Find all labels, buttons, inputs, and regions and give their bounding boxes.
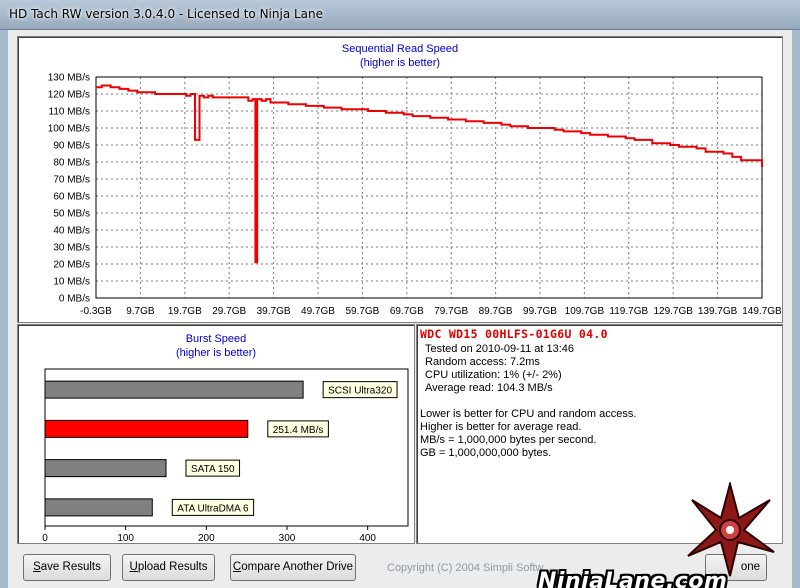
cpu-utilization: CPU utilization: 1% (+/- 2%) (425, 369, 562, 381)
drive-model: WDC WD15 00HLFS-01G6U 04.0 (420, 327, 608, 341)
burst-bar (44, 419, 249, 438)
x-tick-label: 29.7GB (212, 306, 246, 317)
title-bar[interactable]: HD Tach RW version 3.0.4.0 - Licensed to… (0, 0, 800, 30)
y-tick-label: 120 MB/s (48, 90, 90, 101)
x-tick-label: 89.7GB (479, 306, 513, 317)
save-results-accel: S (33, 561, 41, 573)
sequential-read-panel: Sequential Read Speed (higher is better)… (17, 36, 783, 323)
compare-accel: C (232, 561, 242, 573)
burst-bar (44, 498, 153, 517)
x-tick-label: 149.7GB (742, 306, 782, 317)
compare-label: ompare Another Drive (241, 561, 354, 573)
x-tick-label: 59.7GB (345, 306, 379, 317)
y-tick-label: 0 MB/s (59, 294, 90, 305)
burst-bar-label: ATA UltraDMA 6 (177, 503, 249, 514)
compare-another-drive-button[interactable]: Compare Another Drive (230, 554, 356, 581)
x-tick-label: 49.7GB (301, 306, 335, 317)
y-tick-label: 90 MB/s (53, 141, 90, 152)
test-date: Tested on 2010-09-11 at 13:46 (425, 343, 575, 355)
x-tick-label: 119.7GB (609, 306, 648, 317)
burst-speed-panel: Burst Speed (higher is better) 0 100 200 30… (17, 324, 415, 544)
x-tick-label: 79.7GB (434, 306, 468, 317)
y-tick-label: 10 MB/s (53, 277, 90, 288)
window-title: HD Tach RW version 3.0.4.0 - Licensed to… (9, 7, 324, 21)
burst-bar-label: 251.4 MB/s (273, 425, 324, 436)
y-tick-label: 50 MB/s (53, 209, 90, 220)
x-tick-label: 69.7GB (390, 306, 424, 317)
read-speed-line (96, 84, 763, 264)
burst-bar-label: SATA 150 (191, 464, 235, 475)
y-tick-label: 30 MB/s (53, 243, 90, 254)
window-frame-left (0, 30, 8, 588)
burst-speed-chart: 0 100 200 300 400 SCSI Ultra320 251.4 MB/s SATA… (42, 368, 409, 543)
x-tick-label: 400 (359, 533, 376, 543)
upload-results-button[interactable]: Upload Results (122, 554, 215, 581)
burst-bar (44, 380, 304, 399)
x-tick-label: 0 (42, 533, 48, 543)
y-tick-label: 80 MB/s (53, 158, 90, 169)
x-tick-label: 129.7GB (653, 306, 693, 317)
random-access: Random access: 7.2ms (425, 356, 540, 368)
sequential-read-chart: 130 MB/s 120 MB/s 110 MB/s 100 MB/s 90 MB/s 8… (48, 73, 782, 318)
x-tick-label: 109.7GB (565, 306, 605, 317)
x-tick-label: 200 (198, 533, 215, 543)
x-tick-label: 139.7GB (698, 306, 738, 317)
window-client-area: Sequential Read Speed (higher is better)… (8, 30, 792, 588)
y-tick-label: 60 MB/s (53, 192, 90, 203)
note-line: Higher is better for average read. (420, 421, 582, 433)
average-read: Average read: 104.3 MB/s (425, 382, 553, 394)
x-tick-label: 99.7GB (523, 306, 557, 317)
y-tick-label: 100 MB/s (48, 124, 90, 135)
upload-results-accel: U (129, 561, 138, 573)
y-tick-label: 20 MB/s (53, 260, 90, 271)
y-tick-label: 40 MB/s (53, 226, 90, 237)
note-line: Lower is better for CPU and random acces… (420, 408, 637, 420)
copyright-text: Copyright (C) 2004 Simpli Softw (387, 562, 544, 574)
x-tick-label: 39.7GB (257, 306, 291, 317)
burst-bar (44, 459, 167, 478)
x-tick-label: 9.7GB (126, 306, 155, 317)
x-tick-label: -0.3GB (80, 306, 112, 317)
x-tick-label: 100 (117, 533, 134, 543)
burst-bar-label: SCSI Ultra320 (328, 386, 392, 397)
x-tick-label: 300 (279, 533, 296, 543)
window-frame-right (792, 30, 800, 588)
note-line: MB/s = 1,000,000 bytes per second. (420, 434, 597, 446)
x-tick-label: 19.7GB (168, 306, 202, 317)
y-tick-label: 70 MB/s (53, 175, 90, 186)
save-results-label: ave Results (40, 561, 101, 573)
save-results-button[interactable]: Save Results (23, 554, 111, 581)
watermark-logo-text: NinjaLane.com (538, 569, 728, 588)
upload-results-label: pload Results (137, 561, 208, 573)
note-line: GB = 1,000,000,000 bytes. (420, 447, 552, 459)
y-tick-label: 130 MB/s (48, 73, 90, 84)
y-tick-label: 110 MB/s (49, 107, 91, 118)
ninja-star-logo (687, 482, 775, 577)
